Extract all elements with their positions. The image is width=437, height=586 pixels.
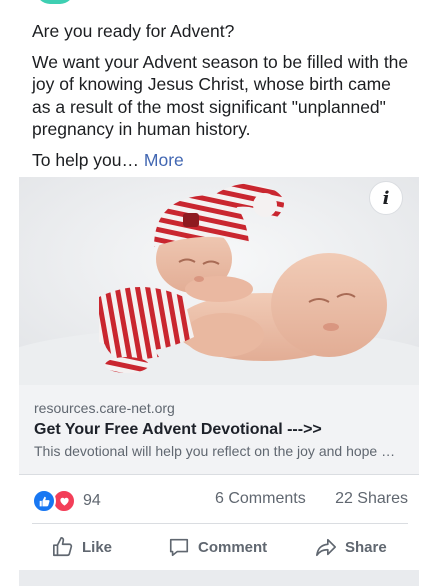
like-label: Like <box>82 538 113 556</box>
comment-bubble-icon <box>169 538 189 557</box>
comments-count-link[interactable]: 6 Comments <box>215 490 306 508</box>
share-button[interactable]: Share <box>315 530 387 564</box>
page-avatar[interactable] <box>36 0 74 4</box>
link-preview-card[interactable]: resources.care-net.org Get Your Free Adv… <box>19 385 419 475</box>
reaction-count: 94 <box>83 492 101 509</box>
link-domain: resources.care-net.org <box>34 400 175 416</box>
link-description: This devotional will help you reflect on… <box>34 443 402 459</box>
post-paragraph: We want your Advent season to be filled … <box>32 51 409 140</box>
thumbs-up-icon <box>53 537 73 557</box>
reactions-summary[interactable]: 94 <box>32 489 101 513</box>
comment-label: Comment <box>198 538 268 556</box>
engagement-stats: 94 6 Comments 22 Shares <box>32 488 408 513</box>
divider <box>32 523 408 524</box>
see-more-link[interactable]: More <box>144 150 184 170</box>
link-preview-image[interactable]: i <box>19 177 419 385</box>
like-button[interactable]: Like <box>52 530 112 564</box>
link-title[interactable]: Get Your Free Advent Devotional --->> <box>34 421 404 439</box>
post-text: Are you ready for Advent? We want your A… <box>32 20 412 171</box>
post-action-bar: Like Comment Share <box>32 530 408 564</box>
shares-count-link[interactable]: 22 Shares <box>335 490 408 508</box>
info-icon[interactable]: i <box>369 181 403 215</box>
post-paragraph: Are you ready for Advent? <box>32 21 235 41</box>
comment-button[interactable]: Comment <box>168 530 267 564</box>
share-label: Share <box>345 538 387 556</box>
like-reaction-icon <box>32 489 56 513</box>
sleeping-babies-photo <box>19 177 419 385</box>
post-paragraph-truncated: To help you… More <box>32 149 184 170</box>
next-post-edge <box>19 570 419 586</box>
share-arrow-icon <box>316 538 336 557</box>
